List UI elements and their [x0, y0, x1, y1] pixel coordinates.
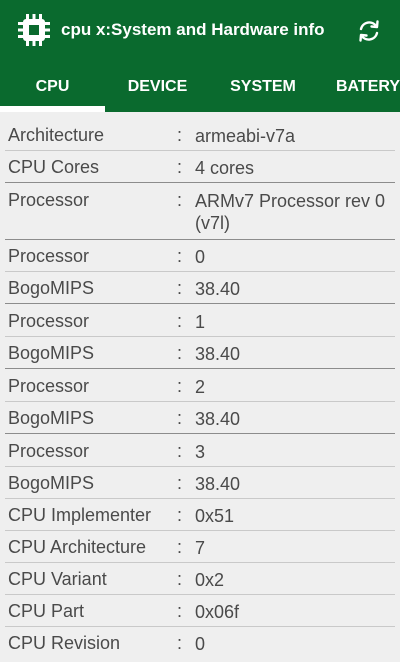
info-label: BogoMIPS: [8, 408, 95, 428]
divider: [5, 401, 395, 402]
info-separator: :: [177, 633, 183, 653]
info-value: 4 cores: [195, 158, 255, 178]
tab-battery[interactable]: BATERY: [322, 62, 400, 112]
info-separator: :: [177, 343, 183, 363]
info-label: CPU Architecture: [8, 537, 147, 557]
info-value: 0: [195, 247, 206, 267]
info-value: 0x06f: [195, 602, 240, 622]
info-separator: :: [177, 311, 183, 331]
info-separator: :: [177, 441, 183, 461]
info-label: Architecture: [8, 125, 105, 145]
info-label: BogoMIPS: [8, 473, 95, 493]
tab-bar: CPU DEVICE SYSTEM BATERY: [0, 62, 400, 112]
chip-icon: [18, 14, 50, 46]
info-label: Processor: [8, 311, 90, 331]
info-value: 38.40: [195, 474, 241, 494]
divider: [5, 271, 395, 272]
info-label: CPU Implementer: [8, 505, 152, 525]
info-separator: :: [177, 190, 183, 210]
divider: [5, 498, 395, 499]
info-separator: :: [177, 157, 183, 177]
divider: [5, 562, 395, 563]
info-value: ARMv7 Processor rev 0 (v7l): [195, 191, 386, 233]
divider: [5, 150, 395, 151]
info-value: 0x2: [195, 570, 225, 590]
info-separator: :: [177, 246, 183, 266]
info-value: 38.40: [195, 409, 241, 429]
tab-selected-indicator: [0, 106, 105, 112]
info-label: CPU Variant: [8, 569, 107, 589]
app-bar: cpu x:System and Hardware info: [0, 0, 400, 62]
info-label: Processor: [8, 190, 90, 210]
divider: [5, 594, 395, 595]
info-separator: :: [177, 125, 183, 145]
divider: [5, 626, 395, 627]
info-label: Processor: [8, 246, 90, 266]
tab-cpu[interactable]: CPU: [0, 62, 105, 112]
info-label: CPU Cores: [8, 157, 100, 177]
info-value: 3: [195, 442, 206, 462]
info-value: 7: [195, 538, 206, 558]
divider: [5, 466, 395, 467]
refresh-icon[interactable]: [356, 18, 382, 44]
info-value: 0: [195, 634, 206, 654]
tab-device[interactable]: DEVICE: [105, 62, 210, 112]
divider: [5, 182, 395, 183]
divider: [5, 303, 395, 304]
info-separator: :: [177, 569, 183, 589]
info-label: CPU Part: [8, 601, 85, 621]
tab-system[interactable]: SYSTEM: [210, 62, 316, 112]
info-label: BogoMIPS: [8, 343, 95, 363]
divider: [5, 530, 395, 531]
divider: [5, 368, 395, 369]
info-value: 2: [195, 377, 206, 397]
divider: [5, 239, 395, 240]
info-value: 0x51: [195, 506, 235, 526]
info-separator: :: [177, 537, 183, 557]
info-label: CPU Revision: [8, 633, 121, 653]
info-separator: :: [177, 278, 183, 298]
info-separator: :: [177, 473, 183, 493]
info-label: Processor: [8, 376, 90, 396]
info-value: 1: [195, 312, 206, 332]
info-separator: :: [177, 601, 183, 621]
info-value: 38.40: [195, 344, 241, 364]
divider: [5, 336, 395, 337]
divider: [5, 433, 395, 434]
info-separator: :: [177, 505, 183, 525]
app-title: cpu x:System and Hardware info: [61, 20, 325, 39]
info-value: armeabi-v7a: [195, 126, 296, 146]
info-label: BogoMIPS: [8, 278, 95, 298]
info-value: 38.40: [195, 279, 241, 299]
info-separator: :: [177, 376, 183, 396]
info-label: Processor: [8, 441, 90, 461]
info-separator: :: [177, 408, 183, 428]
